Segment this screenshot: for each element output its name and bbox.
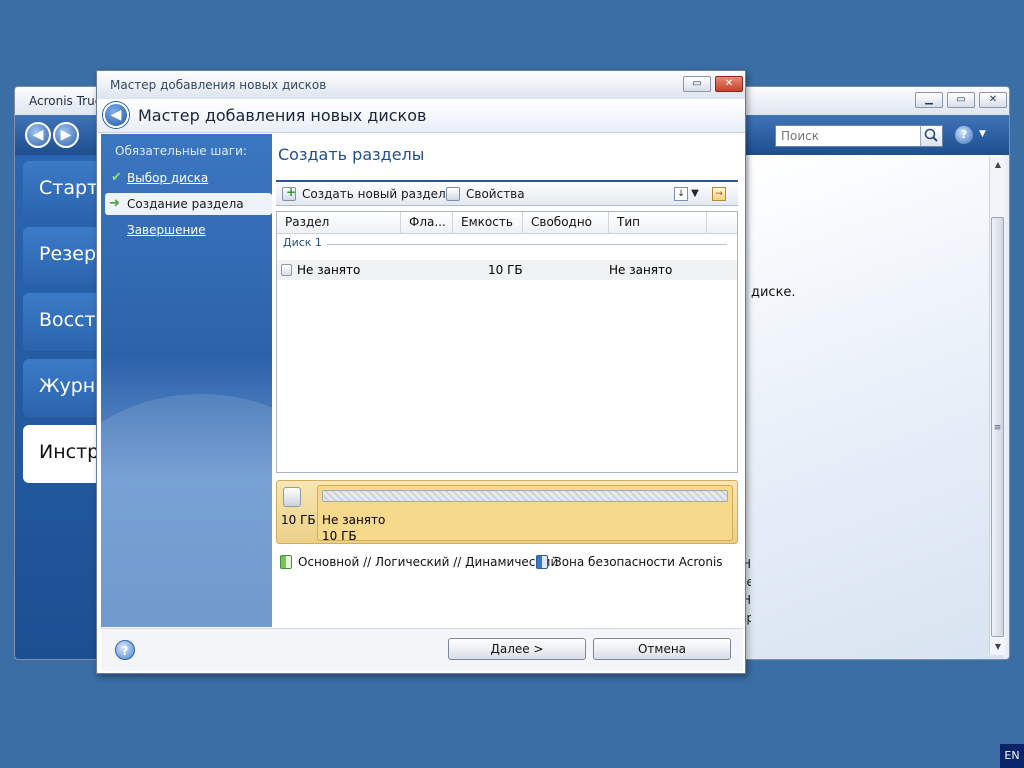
- column-header-partition[interactable]: Раздел: [277, 212, 401, 234]
- scroll-down-icon[interactable]: ▼: [992, 641, 1004, 653]
- search-box: [775, 125, 943, 147]
- legend-label: Зона безопасности Acronis: [554, 555, 723, 569]
- step-label: Создание раздела: [127, 197, 244, 211]
- cancel-button[interactable]: Отмена: [593, 638, 731, 660]
- primary-partition-swatch: [280, 555, 292, 569]
- partition-block-label: Не занято 10 ГБ: [322, 512, 385, 544]
- export-icon[interactable]: →: [712, 187, 726, 201]
- create-partition-button[interactable]: Создать новый раздел: [282, 185, 446, 201]
- cell-type: Не занято: [609, 263, 673, 277]
- sort-icon: ↓: [674, 187, 688, 201]
- vertical-scrollbar[interactable]: ▲ ≡ ▼: [989, 157, 1005, 655]
- wizard-header: ◀ Мастер добавления новых дисков: [97, 99, 745, 133]
- disk-map: 10 ГБ Не занято 10 ГБ: [276, 480, 738, 544]
- help-icon[interactable]: ?: [955, 126, 973, 144]
- column-header-capacity[interactable]: Емкость: [453, 212, 523, 234]
- language-indicator[interactable]: EN: [1000, 744, 1024, 768]
- properties-icon: [446, 187, 460, 201]
- step-create-partition: ➜ Создание раздела: [105, 193, 272, 215]
- back-arrow-icon[interactable]: ◀: [103, 102, 129, 128]
- cell-capacity: 10 ГБ: [488, 263, 523, 277]
- disk-partition-icon: [281, 264, 292, 276]
- scrollbar-thumb[interactable]: ≡: [991, 217, 1004, 637]
- legend-item-primary: Основной // Логический // Динамический: [280, 555, 558, 569]
- close-icon[interactable]: ✕: [715, 76, 743, 92]
- main-sidebar: Стартов Резерв Восстан Журна Инстру: [15, 155, 163, 659]
- forward-arrow-icon[interactable]: ▶: [53, 122, 79, 148]
- scroll-up-icon[interactable]: ▲: [992, 159, 1004, 171]
- group-divider: [327, 244, 727, 245]
- column-header-type[interactable]: Тип: [609, 212, 707, 234]
- cell-partition: Не занято: [297, 263, 361, 277]
- arrow-right-icon: ➜: [109, 196, 120, 211]
- partition-usage-bar: [322, 490, 728, 502]
- wizard-titlebar: Мастер добавления новых дисков ▭ ✕: [97, 71, 745, 99]
- legend-item-secure-zone: Зона безопасности Acronis: [536, 555, 723, 569]
- chevron-down-icon[interactable]: ▼: [979, 129, 986, 139]
- step-select-disk[interactable]: ✔ Выбор диска: [101, 167, 272, 189]
- column-header-free[interactable]: Свободно: [523, 212, 609, 234]
- content-text: диске.: [751, 285, 796, 300]
- next-button[interactable]: Далее >: [448, 638, 586, 660]
- back-arrow-icon[interactable]: ◀: [25, 122, 51, 148]
- partition-block-size: 10 ГБ: [322, 529, 357, 543]
- wizard-heading: Мастер добавления новых дисков: [138, 106, 427, 125]
- step-label: Выбор диска: [127, 171, 209, 185]
- restore-button[interactable]: ▭: [683, 76, 711, 92]
- step-finish[interactable]: Завершение: [101, 219, 272, 241]
- help-icon[interactable]: ?: [115, 640, 135, 660]
- maximize-button[interactable]: ▭: [947, 92, 975, 108]
- step-label: Завершение: [127, 223, 206, 237]
- add-disk-wizard-dialog: Мастер добавления новых дисков ▭ ✕ ◀ Мас…: [96, 70, 746, 674]
- unallocated-partition-block[interactable]: Не занято 10 ГБ: [317, 485, 733, 544]
- minimize-button[interactable]: ▁: [915, 92, 943, 108]
- disk-group-label: Диск 1: [283, 236, 322, 249]
- section-title: Создать разделы: [278, 145, 425, 164]
- properties-label: Свойства: [466, 187, 525, 201]
- new-partition-icon: [282, 185, 296, 201]
- table-header: Раздел Фла... Емкость Свободно Тип: [277, 212, 737, 234]
- main-window-title: Acronis True: [29, 94, 103, 108]
- partitions-table: Раздел Фла... Емкость Свободно Тип Диск …: [276, 211, 738, 473]
- wizard-window-title: Мастер добавления новых дисков: [110, 78, 327, 92]
- table-row[interactable]: Не занято 10 ГБ Не занято: [277, 260, 737, 280]
- wizard-main-panel: Создать разделы Создать новый раздел Сво…: [272, 134, 743, 627]
- partition-block-name: Не занято: [322, 513, 386, 527]
- partition-action-bar: Создать новый раздел Свойства ↓ ▼ →: [276, 180, 738, 206]
- wizard-footer: ? Далее > Отмена: [101, 628, 743, 671]
- hard-disk-icon: [283, 487, 301, 507]
- search-icon[interactable]: [920, 126, 942, 146]
- sort-dropdown[interactable]: ↓ ▼: [674, 187, 702, 203]
- disk-size-label: 10 ГБ: [281, 513, 316, 527]
- properties-button[interactable]: Свойства: [446, 187, 525, 201]
- create-partition-label: Создать новый раздел: [302, 187, 446, 201]
- close-icon[interactable]: ✕: [979, 92, 1007, 108]
- checkmark-icon: ✔: [111, 170, 122, 185]
- secure-zone-swatch: [536, 555, 548, 569]
- steps-caption: Обязательные шаги:: [115, 144, 247, 158]
- decorative-swoosh: [101, 394, 272, 627]
- column-header-flags[interactable]: Фла...: [401, 212, 453, 234]
- search-input[interactable]: [776, 126, 920, 146]
- legend-label: Основной // Логический // Динамический: [298, 555, 559, 569]
- wizard-steps-panel: Обязательные шаги: ✔ Выбор диска ➜ Созда…: [101, 134, 272, 627]
- main-content-area: диске.: [749, 155, 1003, 659]
